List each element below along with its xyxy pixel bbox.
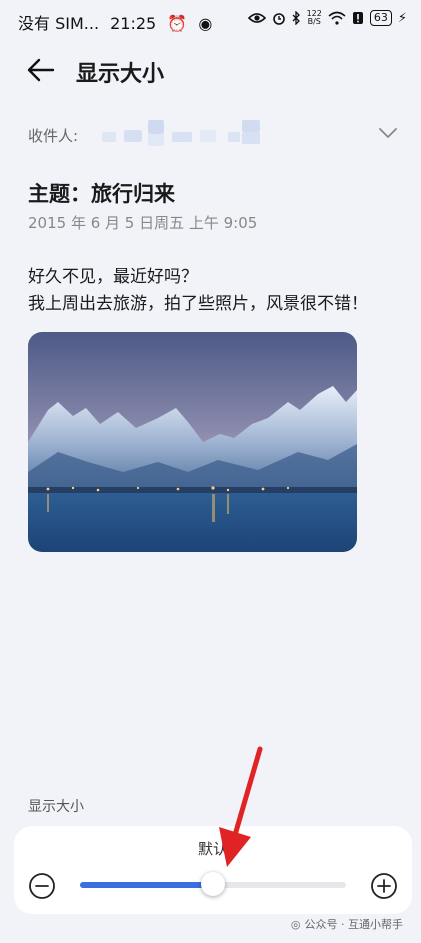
alarm-icon xyxy=(272,13,285,25)
email-body: 好久不见，最近好吗？ 我上周出去旅游，拍了些照片，风景很不错！ xyxy=(28,264,368,318)
battery-indicator: 63 xyxy=(369,10,392,26)
wechat-icon: ◎ xyxy=(290,917,301,931)
watermark-text: 公众号 · 互通小帮手 xyxy=(304,918,404,931)
annotation-arrow xyxy=(219,746,263,867)
app-bar: 显示大小 xyxy=(0,44,421,96)
recipient-row: 收件人: xyxy=(28,120,398,150)
back-arrow-icon[interactable] xyxy=(26,56,56,84)
increase-size-button[interactable] xyxy=(370,872,398,900)
wifi-icon xyxy=(328,11,346,25)
alert-icon xyxy=(352,12,363,24)
watermark: ◎ 公众号 · 互通小帮手 xyxy=(291,916,403,932)
recipient-label: 收件人: xyxy=(28,127,79,145)
page-title: 显示大小 xyxy=(76,62,165,87)
bluetooth-icon xyxy=(292,11,300,25)
slider-fill xyxy=(80,882,213,888)
slider-thumb[interactable] xyxy=(201,872,225,896)
status-bar: 没有 SIM... 21:25 ⏰ ◉ 122 B/S 63 ⚡ xyxy=(0,0,421,40)
email-subject: 主题：旅行归来 xyxy=(28,182,175,206)
size-slider[interactable] xyxy=(80,872,346,896)
net-speed: 122 B/S xyxy=(307,10,322,26)
email-body-line: 好久不见，最近好吗？ xyxy=(28,267,198,287)
carrier-text: 没有 SIM... xyxy=(18,14,100,33)
decrease-size-button[interactable] xyxy=(28,872,56,900)
charging-icon: ⚡ xyxy=(397,10,407,26)
chevron-down-icon[interactable] xyxy=(378,126,398,140)
section-label: 显示大小 xyxy=(28,799,84,815)
eye-icon xyxy=(247,13,266,23)
recipient-pixelated xyxy=(92,120,302,148)
wechat-icon: ◉ xyxy=(198,14,213,33)
net-speed-unit: B/S xyxy=(307,17,321,26)
email-body-line: 我上周出去旅游，拍了些照片，风景很不错！ xyxy=(28,294,368,314)
alarm-icon: ⏰ xyxy=(167,14,188,33)
email-date: 2015 年 6 月 5 日周五 上午 9:05 xyxy=(28,214,258,232)
clock: 21:25 xyxy=(110,14,157,33)
email-photo xyxy=(28,332,357,552)
status-bar-left: 没有 SIM... 21:25 ⏰ ◉ xyxy=(18,10,218,34)
status-bar-right: 122 B/S 63 ⚡ xyxy=(247,10,407,26)
